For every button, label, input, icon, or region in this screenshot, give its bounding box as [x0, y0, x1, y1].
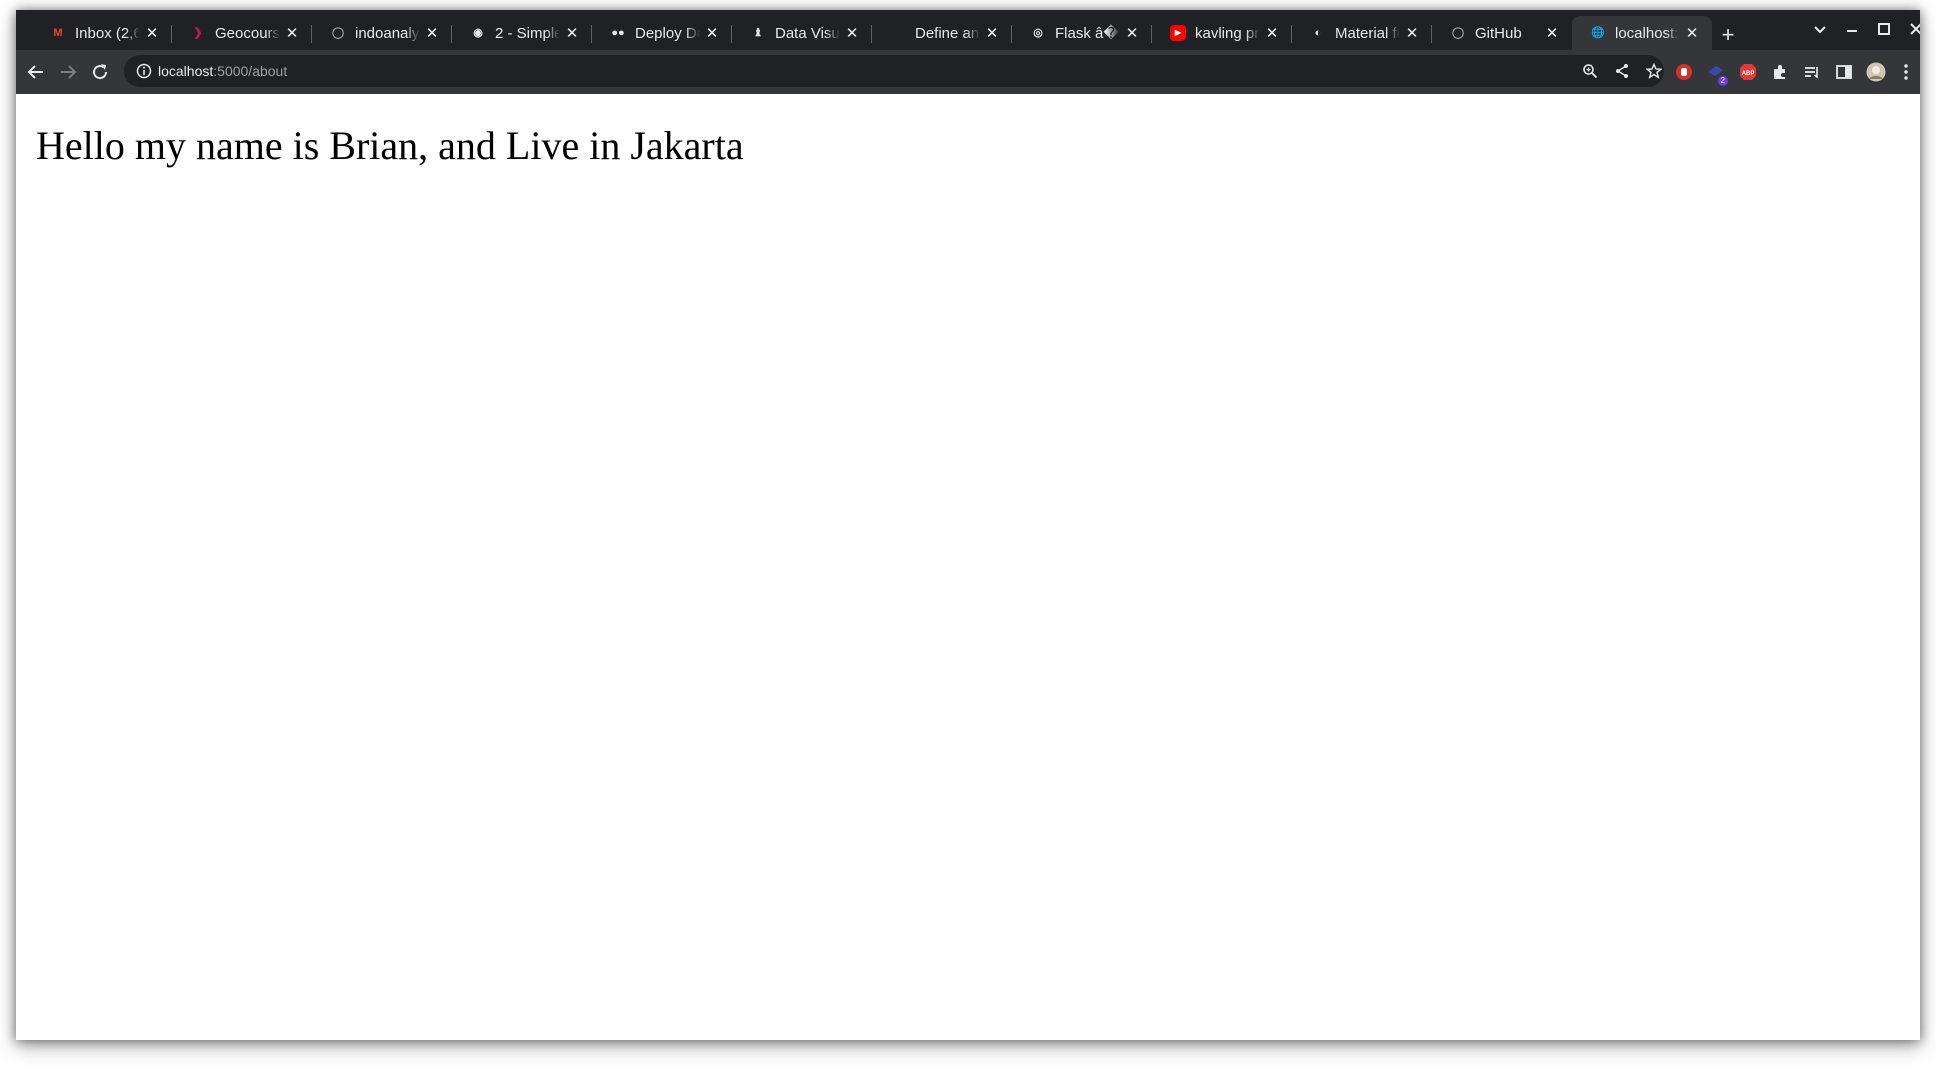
site-icon: ◉ [473, 27, 483, 39]
tab-close-icon[interactable]: ✕ [1404, 25, 1420, 42]
tab-strip: + MInbox (2,64✕❯Geocourse✕◯indoanalyti✕◉… [16, 10, 1920, 50]
site-info-icon[interactable] [136, 63, 152, 79]
tab-1[interactable]: ❯ Geocourse✕ [172, 16, 312, 50]
tab-close-icon[interactable]: ✕ [144, 25, 160, 42]
profile-avatar[interactable] [1866, 62, 1886, 82]
page-heading: Hello my name is Brian, and Live in Jaka… [36, 123, 744, 168]
tab-title: Geocourse [215, 24, 280, 42]
chess-icon: ♝ [753, 27, 763, 39]
globe-icon: 🌐 [1591, 27, 1605, 39]
close-window-icon[interactable] [1906, 22, 1920, 41]
tab-close-icon[interactable]: ✕ [1264, 25, 1280, 42]
tab-title: localhost:5 [1615, 24, 1680, 42]
github-icon: ◯ [1451, 27, 1465, 39]
page-content: Hello my name is Brian, and Live in Jaka… [16, 94, 1920, 1040]
extensions-puzzle-icon[interactable] [1770, 62, 1790, 82]
new-tab-button[interactable]: + [1716, 24, 1740, 48]
github-icon: ◯ [331, 27, 345, 39]
extension-badge-icon[interactable]: 2 [1706, 62, 1728, 86]
geocourse-icon: ❯ [193, 27, 203, 39]
tab-4[interactable]: ●● Deploy Dep✕ [592, 16, 732, 50]
browser-window: + MInbox (2,64✕❯Geocourse✕◯indoanalyti✕◉… [16, 10, 1920, 1040]
tab-close-icon[interactable]: ✕ [704, 25, 720, 42]
menu-kebab-icon[interactable] [1896, 62, 1916, 82]
tab-11[interactable]: 🌐 localhost:5 ✕ [1572, 16, 1712, 50]
extension-badge-count: 2 [1717, 76, 1728, 86]
back-icon[interactable] [24, 60, 48, 84]
tab-close-icon[interactable]: ✕ [844, 25, 860, 42]
tab-6[interactable]: Define and✕ [872, 16, 1012, 50]
url-path: :5000/about [213, 63, 288, 79]
tab-8[interactable]: ▶ kavling prir✕ [1152, 16, 1292, 50]
reload-icon[interactable] [88, 60, 112, 84]
tab-title: indoanalyti [355, 24, 420, 42]
svg-text:ABP: ABP [1742, 71, 1755, 77]
tab-title: Flask â�� [1055, 25, 1120, 42]
blank-icon [890, 25, 906, 41]
tab-close-icon[interactable]: ✕ [564, 25, 580, 42]
tab-title: Material fo [1335, 24, 1400, 42]
bookmark-star-icon[interactable] [1644, 61, 1664, 81]
browser-toolbar: localhost:5000/about 2 ABP [16, 50, 1920, 94]
tab-close-icon[interactable]: ✕ [1124, 25, 1140, 42]
tab-close-icon[interactable]: ✕ [1684, 25, 1700, 42]
address-bar[interactable]: localhost:5000/about [124, 55, 1664, 87]
maximize-icon[interactable] [1874, 22, 1894, 41]
tab-3[interactable]: ◉ 2 - Simple F✕ [452, 16, 592, 50]
tab-title: 2 - Simple F [495, 24, 560, 42]
tab-2[interactable]: ◯ indoanalyti ✕ [312, 16, 452, 50]
zoom-icon[interactable] [1580, 61, 1600, 81]
tab-close-icon[interactable]: ✕ [1544, 25, 1560, 42]
youtube-icon: ▶ [1170, 25, 1186, 41]
url-host: localhost [158, 63, 214, 79]
tab-close-icon[interactable]: ✕ [284, 25, 300, 42]
extension-stop-icon[interactable] [1674, 62, 1694, 82]
forward-icon[interactable] [56, 60, 80, 84]
tab-5[interactable]: ♝ Data Visual✕ [732, 16, 872, 50]
gmail-icon: M [53, 27, 63, 39]
minimize-icon[interactable] [1842, 22, 1862, 41]
tab-0[interactable]: M Inbox (2,64✕ [32, 16, 172, 50]
tab-close-icon[interactable]: ✕ [984, 25, 1000, 42]
tab-9[interactable]: ◐ Material fo ✕ [1292, 16, 1432, 50]
url-text[interactable]: localhost:5000/about [158, 62, 287, 80]
tab-title: Data Visual [775, 24, 840, 42]
tab-title: Inbox (2,64 [75, 24, 140, 42]
tab-10[interactable]: ◯ GitHub ✕ [1432, 16, 1572, 50]
share-icon[interactable] [1612, 61, 1632, 81]
adblock-icon[interactable]: ABP [1738, 62, 1758, 82]
side-panel-icon[interactable] [1834, 62, 1854, 82]
reading-list-icon[interactable] [1802, 62, 1822, 82]
medium-icon: ●● [611, 27, 625, 39]
tab-title: Define and [915, 24, 980, 42]
tab-7[interactable]: ◎ Flask â��✕ [1012, 16, 1152, 50]
material-icon: ◐ [1314, 27, 1322, 39]
tab-title: Deploy Dep [635, 24, 700, 42]
tab-close-icon[interactable]: ✕ [424, 25, 440, 42]
tab-search-icon[interactable] [1810, 22, 1830, 41]
flask-icon: ◎ [1033, 27, 1043, 39]
tab-title: GitHub [1475, 24, 1522, 42]
tab-title: kavling prir [1195, 24, 1260, 42]
